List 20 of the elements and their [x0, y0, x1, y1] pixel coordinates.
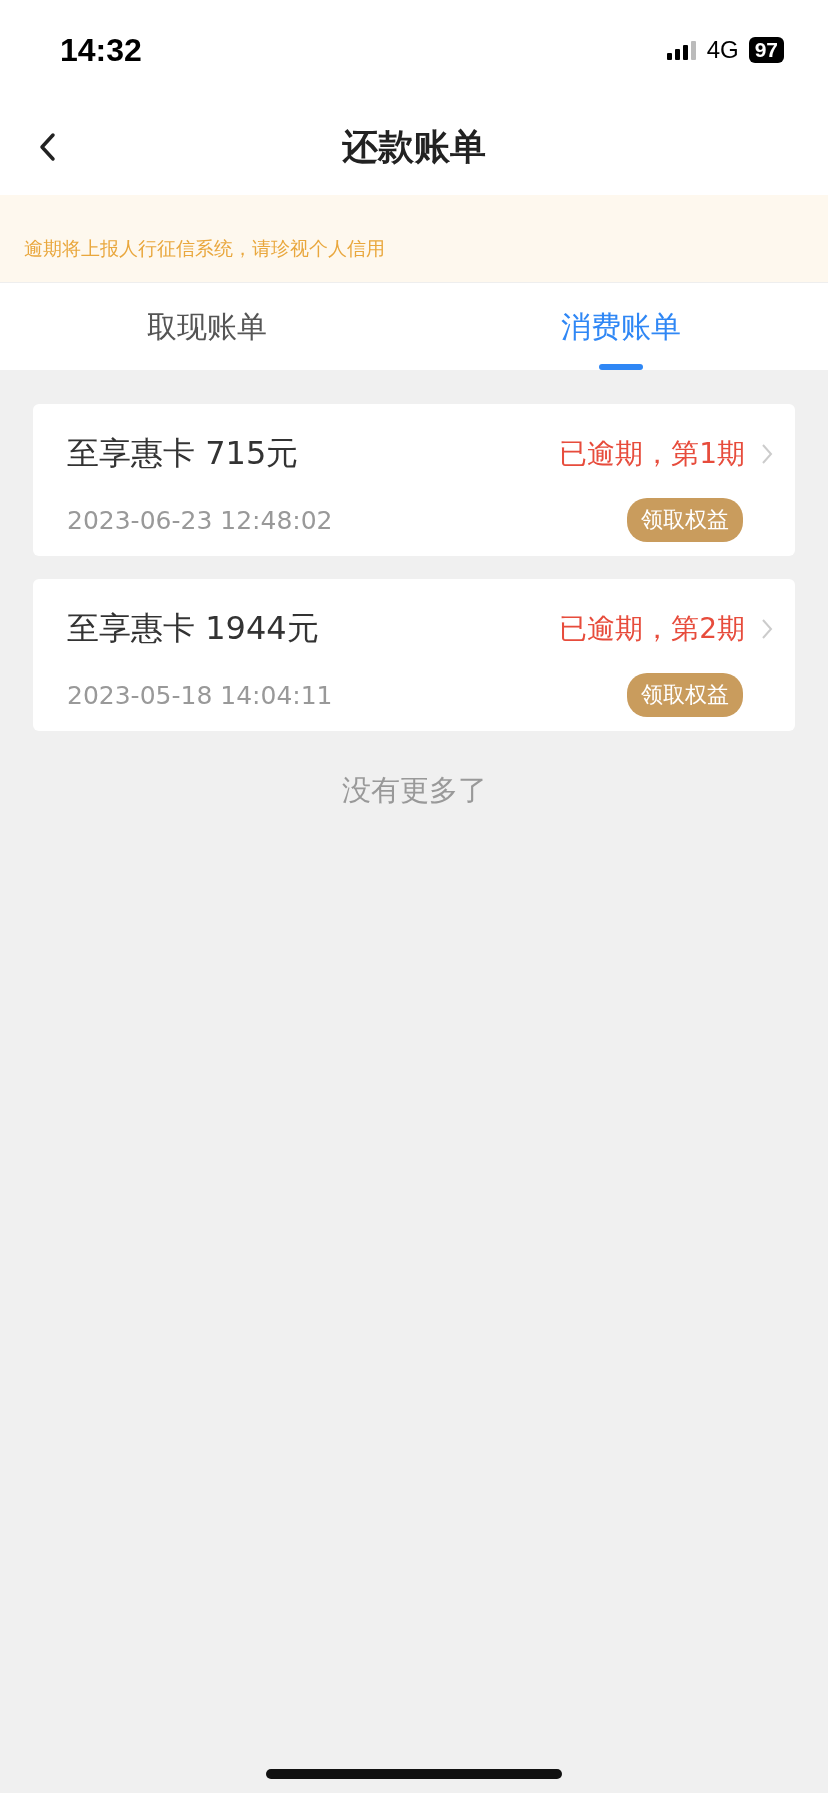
- bill-status: 已逾期，第2期: [559, 611, 745, 647]
- bill-date: 2023-05-18 14:04:11: [67, 680, 334, 710]
- signal-icon: [666, 40, 697, 60]
- tab[interactable]: 取现账单: [0, 283, 414, 370]
- chevron-icon: [761, 618, 773, 640]
- back-icon[interactable]: [38, 132, 56, 162]
- chevron-icon: [761, 443, 773, 465]
- bill-date: 2023-06-23 12:48:02: [67, 505, 334, 535]
- tab[interactable]: 消费账单: [414, 283, 828, 370]
- status-time: 14:32: [60, 31, 142, 69]
- battery-level: 97: [748, 37, 784, 63]
- bill-card[interactable]: 至享惠卡 1944元 已逾期，第2期 2023-05-18 14:04:11 领取权益: [33, 579, 795, 731]
- network-label: 4G: [706, 36, 739, 64]
- end-of-list-text: 没有更多了: [340, 772, 488, 809]
- page-title: 还款账单: [342, 125, 486, 169]
- notice-banner: 逾期将上报人行征信系统，请珍视个人信用: [0, 195, 828, 283]
- bill-title: 至享惠卡 1944元: [67, 608, 320, 649]
- bill-status: 已逾期，第1期: [559, 436, 745, 472]
- bill-card[interactable]: 至享惠卡 715元 已逾期，第1期 2023-06-23 12:48:02 领取权益: [33, 404, 795, 556]
- bill-title: 至享惠卡 715元: [67, 433, 300, 474]
